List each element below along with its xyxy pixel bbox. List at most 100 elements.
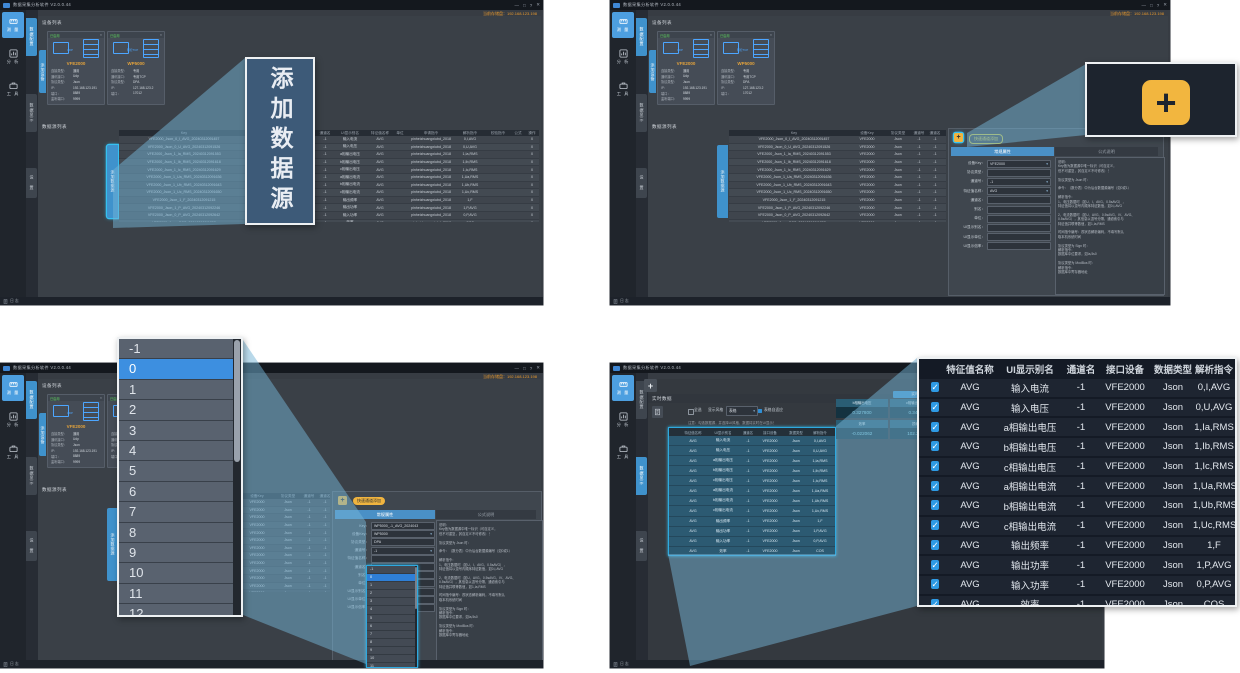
dropdown-item[interactable]: 1: [367, 582, 417, 590]
field-input[interactable]: [371, 555, 435, 563]
scrollbar[interactable]: [415, 566, 418, 667]
scrollbar-thumb[interactable]: [234, 340, 240, 462]
column-header[interactable]: 通道名: [741, 430, 755, 435]
dropdown-item[interactable]: 2: [119, 400, 241, 420]
add-view-button[interactable]: +: [644, 379, 657, 392]
table-row[interactable]: ✓ AVG 输入功率 -1 VFE2000 Json 0,P,AVG: [919, 576, 1235, 596]
table-row[interactable]: ✓ AVG 输出功率 -1 VFE2000 Json 1,P,AVG: [919, 556, 1235, 576]
field-input[interactable]: -1▾: [987, 178, 1051, 186]
table-row[interactable]: VFE2000_Json_0_I_AVG_20240312091457 VFE2…: [729, 136, 946, 144]
vtab-settings[interactable]: 设 置: [636, 168, 647, 198]
column-header[interactable]: 数据类型: [1153, 362, 1193, 376]
close-icon[interactable]: ×: [770, 33, 772, 37]
field-input[interactable]: DPA: [371, 538, 435, 546]
dropdown-item[interactable]: 12: [119, 604, 241, 617]
vtab-data-display[interactable]: 数据显示: [26, 457, 37, 495]
dropdown-item[interactable]: 8: [119, 523, 241, 543]
select-all-checkbox[interactable]: [688, 409, 694, 415]
window-control-button[interactable]: ?: [530, 366, 533, 371]
log-label[interactable]: 日 志: [620, 299, 629, 304]
row-checkbox[interactable]: ✓: [931, 540, 938, 550]
dropdown-item[interactable]: -1: [119, 339, 241, 359]
table-row[interactable]: AVG 输入电流 -1 VFE2000 Json 0,I,AVG: [669, 436, 835, 446]
table-row[interactable]: VFE2000_Json_1_Uc_RMS_20240312091650 VFE…: [729, 189, 946, 197]
table-row[interactable]: VFE2000_Json_1_F_20240312091215 VFE2000 …: [729, 197, 946, 205]
table-row[interactable]: VFE2000_Json_1_Ub_RMS_20240312091643 VFE…: [119, 182, 539, 190]
table-row[interactable]: VFE2000_Json_1_Uc_RMS_20240312091650 VFE…: [119, 189, 539, 197]
tab-general-properties[interactable]: 常规属性: [335, 510, 435, 519]
column-header[interactable]: 校验指令: [485, 131, 511, 136]
sidebar-item-analyze[interactable]: 分 析: [2, 407, 24, 433]
delete-row-action[interactable]: X: [525, 145, 539, 149]
dropdown-item[interactable]: 3: [119, 421, 241, 441]
column-header[interactable]: 公式: [511, 131, 525, 136]
sidebar-item-tools[interactable]: 工 具: [2, 439, 24, 465]
dropdown-item[interactable]: 4: [367, 606, 417, 614]
delete-row-action[interactable]: X: [525, 175, 539, 179]
table-row[interactable]: VFE2000_Json_1_Ua_RMS_20240312091636 VFE…: [119, 174, 539, 182]
table-fit-checkbox[interactable]: [758, 409, 762, 413]
close-icon[interactable]: ×: [100, 396, 102, 400]
row-checkbox[interactable]: ✓: [931, 402, 938, 412]
column-header[interactable]: 特征值名称: [945, 362, 995, 376]
table-row[interactable]: AVG 输入功率 -1 VFE2000 Json 0,P,AVG: [669, 537, 835, 547]
table-row[interactable]: VFE2000_Json_COS_20240312111253 VFE2000 …: [729, 220, 946, 222]
vtab-settings[interactable]: 设 置: [26, 531, 37, 561]
dropdown-item[interactable]: 1: [119, 380, 241, 400]
delete-row-action[interactable]: X: [525, 213, 539, 217]
add-device-tab[interactable]: 添加设备: [39, 50, 46, 93]
display-style-select[interactable]: 表格▾: [726, 406, 758, 416]
sidebar-item-measure[interactable]: 测 量: [2, 375, 24, 401]
add-channel-button[interactable]: +: [954, 133, 963, 142]
field-input[interactable]: -1▾: [371, 547, 435, 555]
vtab-data-display[interactable]: 数据显示: [636, 94, 647, 132]
vtab-settings[interactable]: 设 置: [26, 168, 37, 198]
delete-row-action[interactable]: X: [525, 198, 539, 202]
value-tile[interactable]: b相输出电压 0.327800: [836, 399, 888, 418]
column-header[interactable]: 通道名: [927, 131, 943, 136]
window-control-button[interactable]: ✕: [536, 365, 540, 371]
table-row[interactable]: ✓ AVG 输出频率 -1 VFE2000 Json 1,F: [919, 537, 1235, 557]
column-header[interactable]: 设备Key: [849, 131, 885, 136]
column-header[interactable]: 通道名: [317, 494, 330, 499]
log-label[interactable]: 日 志: [10, 662, 19, 667]
dropdown-item[interactable]: 2: [367, 590, 417, 598]
row-checkbox[interactable]: ✓: [931, 560, 938, 570]
close-icon[interactable]: ×: [710, 33, 712, 37]
field-input[interactable]: VFE2000▾: [987, 160, 1051, 168]
field-input[interactable]: [987, 169, 1051, 177]
close-icon[interactable]: ×: [100, 33, 102, 37]
column-header[interactable]: 解析指令: [1193, 362, 1235, 376]
add-source-tab[interactable]: 添加数据源: [107, 145, 118, 218]
dropdown-item[interactable]: 6: [119, 482, 241, 502]
column-header[interactable]: 接口设备: [1097, 362, 1153, 376]
field-input[interactable]: AVG▾: [987, 187, 1051, 195]
row-checkbox[interactable]: ✓: [931, 500, 938, 510]
window-control-button[interactable]: ✕: [1163, 2, 1167, 8]
column-header[interactable]: 设备Key: [239, 494, 275, 499]
vtab-data-display[interactable]: 数据显示: [636, 457, 647, 495]
column-header[interactable]: 单位: [393, 131, 407, 136]
sidebar-item-analyze[interactable]: 分 析: [612, 44, 634, 70]
document-icon-button[interactable]: [652, 406, 663, 418]
column-header[interactable]: 协议类型: [275, 494, 301, 499]
add-source-tab[interactable]: 添加数据源: [717, 145, 728, 218]
field-input[interactable]: [987, 233, 1051, 241]
window-control-button[interactable]: —: [514, 3, 519, 8]
device-card-vfe2000[interactable]: 已启用× UDP VFE2000 连接类型：通用通讯接口：Udp协议类型：Jso…: [657, 31, 715, 105]
dropdown-item[interactable]: 5: [367, 615, 417, 623]
table-row[interactable]: ✓ AVG b相输出电流 -1 VFE2000 Json 1,Ub,RMS: [919, 497, 1235, 517]
table-row[interactable]: VFE2000_Json_0_U_AVG_20240312091526 VFE2…: [119, 144, 539, 152]
dropdown-item[interactable]: 0: [119, 359, 241, 379]
table-row[interactable]: AVG 输入电压 -1 VFE2000 Json 0,U,AVG: [669, 446, 835, 456]
dropdown-item[interactable]: 7: [367, 631, 417, 639]
table-row[interactable]: AVG c相输出电流 -1 VFE2000 Json 1,Uc,RMS: [669, 506, 835, 516]
row-checkbox[interactable]: ✓: [931, 599, 938, 607]
table-row[interactable]: AVG c相输出电压 -1 VFE2000 Json 1,Ic,RMS: [669, 476, 835, 486]
sidebar-item-analyze[interactable]: 分 析: [2, 44, 24, 70]
field-input[interactable]: [987, 242, 1051, 250]
row-checkbox[interactable]: ✓: [931, 579, 938, 589]
table-row[interactable]: AVG b相输出电流 -1 VFE2000 Json 1,Ub,RMS: [669, 496, 835, 506]
log-label[interactable]: 日 志: [620, 662, 629, 667]
dropdown-item[interactable]: 8: [367, 639, 417, 647]
